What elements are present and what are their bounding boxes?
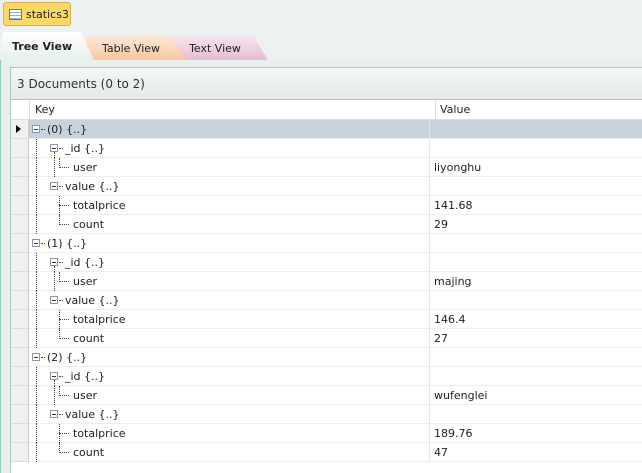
row-value[interactable]: liyonghu	[430, 158, 642, 177]
current-row-arrow-icon	[16, 125, 21, 133]
row-value[interactable]	[430, 177, 642, 196]
collapse-icon[interactable]	[50, 182, 58, 190]
tree-rows: (0) {..} _id {..} user liyonghu value {..} to…	[11, 120, 642, 462]
row-selector[interactable]	[11, 386, 29, 405]
row-value[interactable]	[430, 234, 642, 253]
collapse-icon[interactable]	[50, 144, 58, 152]
tree-row[interactable]: count 27	[11, 329, 642, 348]
collapse-icon[interactable]	[50, 410, 58, 418]
collapse-icon[interactable]	[32, 353, 40, 361]
tree-row[interactable]: user liyonghu	[11, 158, 642, 177]
row-key: value {..}	[65, 294, 120, 307]
tree-row[interactable]: _id {..}	[11, 139, 642, 158]
row-key: totalprice	[73, 313, 126, 326]
tree-row[interactable]: value {..}	[11, 405, 642, 424]
tab-table-view[interactable]: Table View	[86, 36, 186, 60]
row-value[interactable]	[430, 367, 642, 386]
row-key: user	[73, 275, 97, 288]
row-key: count	[73, 218, 105, 231]
row-value[interactable]: 141.68	[430, 196, 642, 215]
row-key: _id {..}	[65, 370, 106, 383]
row-selector[interactable]	[11, 120, 29, 139]
tree-row[interactable]: (0) {..}	[11, 120, 642, 139]
tree-row[interactable]: value {..}	[11, 177, 642, 196]
tree-row[interactable]: value {..}	[11, 291, 642, 310]
row-key: value {..}	[65, 180, 120, 193]
row-selector[interactable]	[11, 329, 29, 348]
row-key: totalprice	[73, 427, 126, 440]
row-key: user	[73, 161, 97, 174]
row-selector[interactable]	[11, 367, 29, 386]
row-selector[interactable]	[11, 234, 29, 253]
collection-tab-label: statics3	[26, 7, 69, 21]
row-selector[interactable]	[11, 253, 29, 272]
row-value[interactable]: majing	[430, 272, 642, 291]
tree-row[interactable]: user majing	[11, 272, 642, 291]
row-value[interactable]	[430, 405, 642, 424]
collapse-icon[interactable]	[32, 239, 40, 247]
tree-grid: Key Value (0) {..} _id {..} user liyonghu va…	[10, 100, 642, 473]
row-key: totalprice	[73, 199, 126, 212]
collapse-icon[interactable]	[50, 372, 58, 380]
row-key: _id {..}	[65, 142, 106, 155]
row-selector[interactable]	[11, 158, 29, 177]
row-value[interactable]	[430, 253, 642, 272]
tree-view-panel: 3 Documents (0 to 2) Key Value (0) {..} _…	[0, 60, 642, 473]
row-key: count	[73, 332, 105, 345]
row-key: (0) {..}	[47, 123, 88, 136]
tree-row[interactable]: totalprice 146.4	[11, 310, 642, 329]
table-icon	[9, 8, 22, 20]
documents-summary: 3 Documents (0 to 2)	[10, 67, 642, 100]
row-key: value {..}	[65, 408, 120, 421]
collapse-icon[interactable]	[50, 296, 58, 304]
row-key: (1) {..}	[47, 237, 88, 250]
column-header: Key Value	[11, 100, 642, 120]
column-value[interactable]: Value	[436, 100, 470, 119]
tab-text-view[interactable]: Text View	[172, 36, 268, 60]
tree-row[interactable]: count 29	[11, 215, 642, 234]
row-value[interactable]	[430, 120, 642, 139]
row-key: _id {..}	[65, 256, 106, 269]
row-value[interactable]	[430, 291, 642, 310]
row-selector[interactable]	[11, 139, 29, 158]
row-value[interactable]: 146.4	[430, 310, 642, 329]
row-selector[interactable]	[11, 196, 29, 215]
row-value[interactable]	[430, 348, 642, 367]
row-selector[interactable]	[11, 310, 29, 329]
row-selector[interactable]	[11, 405, 29, 424]
tab-tree-view[interactable]: Tree View	[2, 32, 94, 60]
collection-tab[interactable]: statics3	[3, 2, 71, 26]
view-tabs: Tree View Table View Text View	[0, 32, 642, 60]
tree-row[interactable]: (2) {..}	[11, 348, 642, 367]
tree-row[interactable]: count 47	[11, 443, 642, 462]
row-selector[interactable]	[11, 424, 29, 443]
row-value[interactable]: wufenglei	[430, 386, 642, 405]
tree-row[interactable]: (1) {..}	[11, 234, 642, 253]
row-selector[interactable]	[11, 443, 29, 462]
tree-row[interactable]: _id {..}	[11, 367, 642, 386]
row-selector[interactable]	[11, 215, 29, 234]
row-value[interactable]: 29	[430, 215, 642, 234]
collapse-icon[interactable]	[50, 258, 58, 266]
tree-row[interactable]: _id {..}	[11, 253, 642, 272]
row-selector[interactable]	[11, 348, 29, 367]
row-value[interactable]: 27	[430, 329, 642, 348]
row-value[interactable]	[430, 139, 642, 158]
row-value[interactable]: 47	[430, 443, 642, 462]
row-key: user	[73, 389, 97, 402]
column-key[interactable]: Key	[30, 100, 436, 119]
row-value[interactable]: 189.76	[430, 424, 642, 443]
row-key: count	[73, 446, 105, 459]
collapse-icon[interactable]	[32, 125, 40, 133]
tree-row[interactable]: user wufenglei	[11, 386, 642, 405]
tree-row[interactable]: totalprice 141.68	[11, 196, 642, 215]
row-key: (2) {..}	[47, 351, 88, 364]
tree-row[interactable]: totalprice 189.76	[11, 424, 642, 443]
row-selector[interactable]	[11, 272, 29, 291]
row-selector[interactable]	[11, 291, 29, 310]
row-selector[interactable]	[11, 177, 29, 196]
